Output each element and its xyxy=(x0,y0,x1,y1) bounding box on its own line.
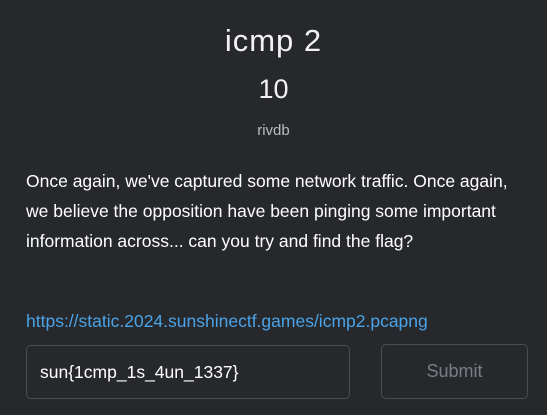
challenge-modal: icmp 2 10 rivdb Once again, we've captur… xyxy=(0,0,547,415)
challenge-title: icmp 2 xyxy=(224,23,323,58)
submit-button[interactable]: Submit xyxy=(381,344,528,399)
challenge-author: rivdb xyxy=(257,122,290,139)
challenge-file-link[interactable]: https://static.2024.sunshinectf.games/ic… xyxy=(26,308,428,334)
challenge-description: Once again, we've captured some network … xyxy=(26,171,508,251)
flag-input[interactable] xyxy=(26,345,350,399)
challenge-points: 10 xyxy=(258,74,289,104)
